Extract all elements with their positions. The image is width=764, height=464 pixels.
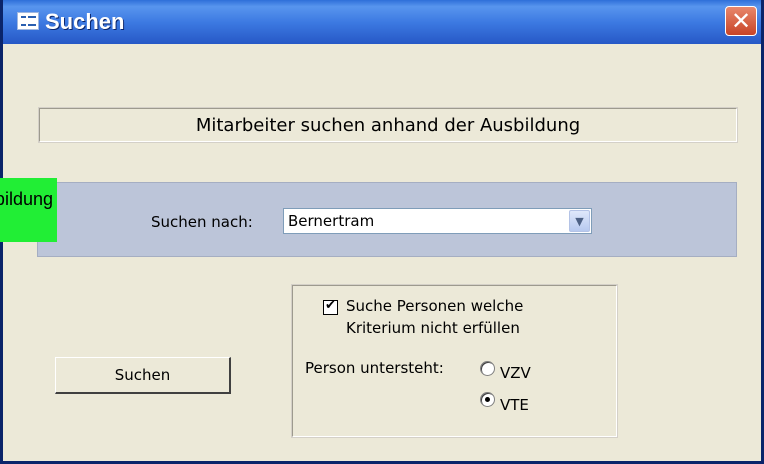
radio-vzv[interactable]	[480, 361, 495, 376]
radio-vte[interactable]	[480, 392, 495, 407]
checkmark-icon: ✔	[325, 298, 336, 313]
search-label: Suchen nach:	[151, 213, 253, 231]
form-icon	[17, 12, 39, 30]
suchen-button-label: Suchen	[114, 366, 171, 384]
window-title: Suchen	[45, 9, 125, 34]
header-text: Mitarbeiter suchen anhand der Ausbildung	[195, 114, 581, 136]
chevron-down-icon: ▼	[575, 214, 584, 228]
radio-selected-dot	[485, 397, 490, 402]
suchen-button[interactable]: Suchen	[55, 357, 231, 394]
search-combobox-value: Bernertram	[288, 212, 375, 230]
criteria-checkbox[interactable]: ✔	[323, 298, 338, 315]
radio-vzv-label[interactable]: VZV	[500, 364, 531, 382]
close-button[interactable]: ✕	[725, 6, 757, 36]
overlay-label-text: Suchen nach Ausbildung	[0, 189, 53, 209]
header-panel: Mitarbeiter suchen anhand der Ausbildung	[38, 107, 738, 143]
checkbox-label-line2: Kriterium nicht erfüllen	[346, 319, 520, 337]
untersteht-label: Person untersteht:	[305, 359, 444, 377]
overlay-label: Suchen nach Ausbildung	[0, 178, 57, 242]
checkbox-label-line1: Suche Personen welche	[346, 297, 524, 315]
search-dialog: Suchen ✕ Mitarbeiter suchen anhand der A…	[0, 0, 764, 464]
close-icon: ✕	[730, 7, 752, 35]
radio-vte-label[interactable]: VTE	[500, 396, 529, 414]
search-combobox[interactable]: Bernertram ▼	[283, 208, 592, 234]
combobox-dropdown-button[interactable]: ▼	[569, 210, 590, 232]
title-bar[interactable]: Suchen ✕	[3, 0, 761, 44]
